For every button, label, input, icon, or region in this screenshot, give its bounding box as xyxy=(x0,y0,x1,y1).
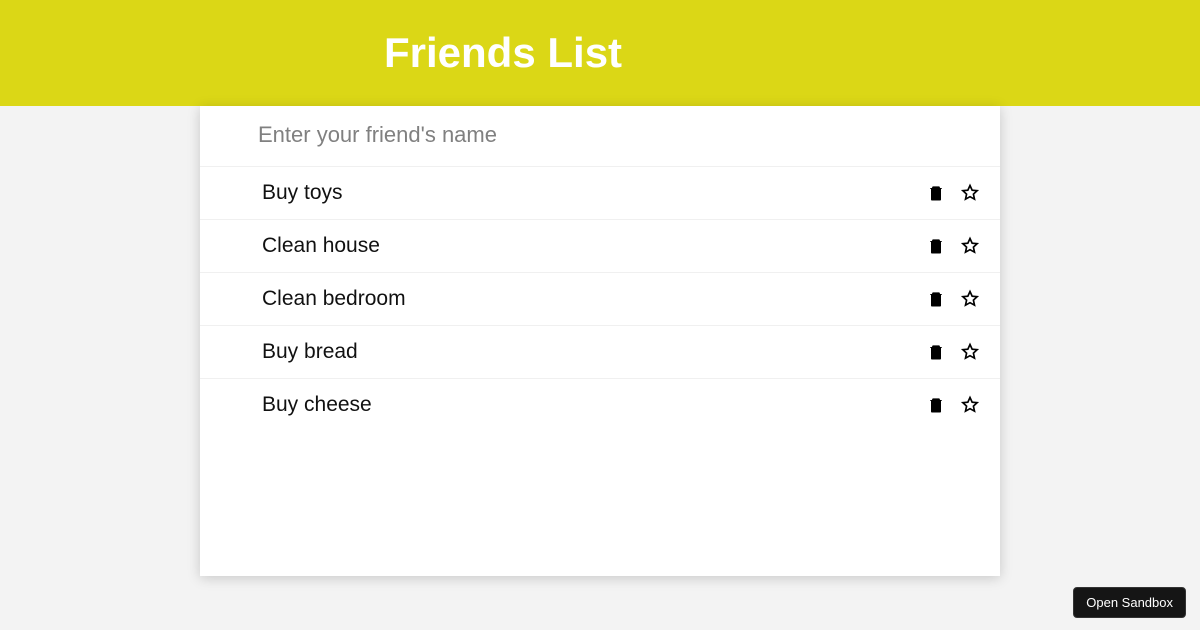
list-item: Buy toys xyxy=(200,166,1000,219)
delete-button[interactable] xyxy=(922,391,950,419)
item-label: Buy bread xyxy=(262,340,916,364)
page-title: Friends List xyxy=(384,29,622,77)
star-icon xyxy=(960,395,980,415)
favorite-button[interactable] xyxy=(956,285,984,313)
input-row xyxy=(200,106,1000,166)
trash-icon xyxy=(926,289,946,309)
list-item: Clean bedroom xyxy=(200,272,1000,325)
item-label: Buy toys xyxy=(262,181,916,205)
delete-button[interactable] xyxy=(922,338,950,366)
star-icon xyxy=(960,342,980,362)
list-item: Clean house xyxy=(200,219,1000,272)
star-icon xyxy=(960,236,980,256)
delete-button[interactable] xyxy=(922,179,950,207)
item-label: Buy cheese xyxy=(262,393,916,417)
friends-list: Buy toys Clean house Clean bedroom Buy brea… xyxy=(200,166,1000,431)
friend-name-input[interactable] xyxy=(258,122,942,148)
trash-icon xyxy=(926,236,946,256)
item-label: Clean bedroom xyxy=(262,287,916,311)
friends-card: Buy toys Clean house Clean bedroom Buy brea… xyxy=(200,106,1000,576)
trash-icon xyxy=(926,183,946,203)
delete-button[interactable] xyxy=(922,232,950,260)
trash-icon xyxy=(926,342,946,362)
favorite-button[interactable] xyxy=(956,179,984,207)
favorite-button[interactable] xyxy=(956,391,984,419)
item-label: Clean house xyxy=(262,234,916,258)
list-item: Buy cheese xyxy=(200,378,1000,431)
list-item: Buy bread xyxy=(200,325,1000,378)
open-sandbox-button[interactable]: Open Sandbox xyxy=(1073,587,1186,618)
favorite-button[interactable] xyxy=(956,232,984,260)
trash-icon xyxy=(926,395,946,415)
star-icon xyxy=(960,183,980,203)
favorite-button[interactable] xyxy=(956,338,984,366)
delete-button[interactable] xyxy=(922,285,950,313)
star-icon xyxy=(960,289,980,309)
page-header: Friends List xyxy=(0,0,1200,106)
